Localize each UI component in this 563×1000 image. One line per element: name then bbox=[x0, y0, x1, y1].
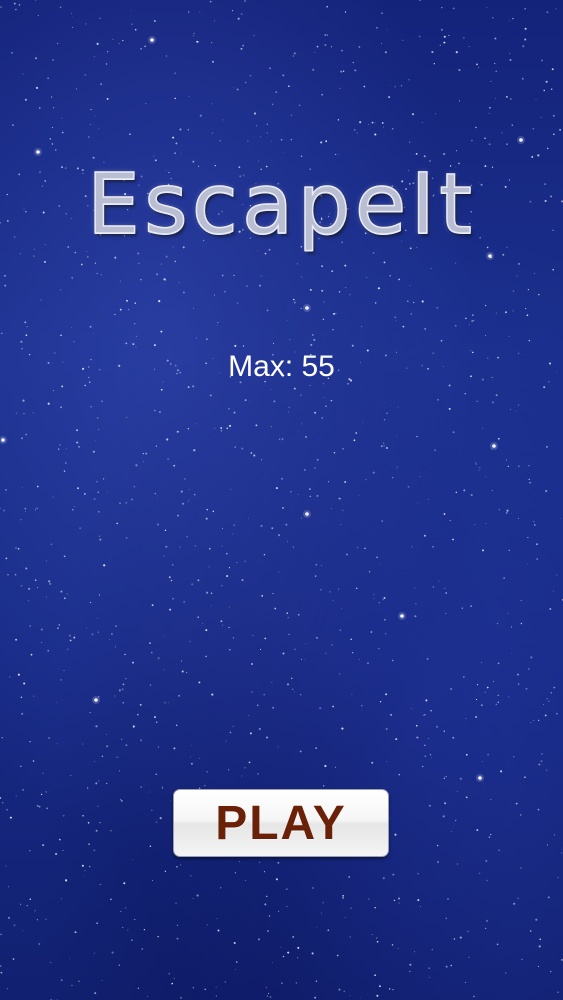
game-start-screen: EscapeIt Max: 55 PLAY bbox=[0, 0, 563, 1000]
max-score-label: Max: 55 bbox=[228, 350, 335, 383]
game-title: EscapeIt bbox=[86, 155, 477, 253]
play-button[interactable]: PLAY bbox=[173, 789, 389, 857]
